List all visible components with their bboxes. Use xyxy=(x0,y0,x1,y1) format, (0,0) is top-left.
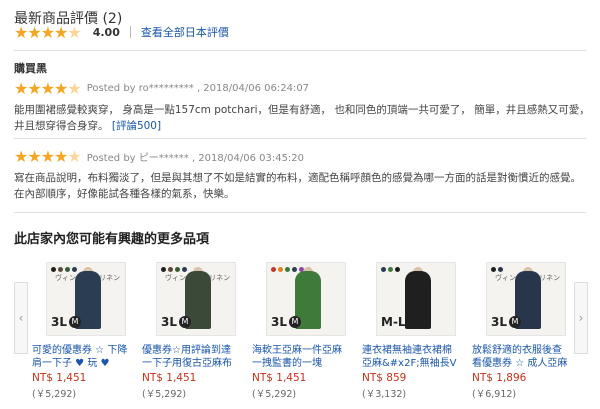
review-author-date: Posted by ro********* , 2018/04/06 06:24… xyxy=(86,82,310,94)
summary-stars: ★★★★★ xyxy=(14,22,82,42)
divider xyxy=(14,212,586,213)
more-items-title: 此店家內您可能有興趣的更多品項 xyxy=(14,232,210,247)
swatch-dot xyxy=(51,267,56,272)
swatch-dot xyxy=(381,267,386,272)
star-filled-icon: ★ xyxy=(27,146,41,166)
color-swatches xyxy=(51,267,77,272)
star-filled-icon: ★ xyxy=(14,146,28,166)
product-name-link[interactable]: 放鬆舒適的衣服後查看優惠券 ☆ 成人亞麻長 xyxy=(472,344,570,370)
carousel-next-button[interactable]: › xyxy=(574,282,588,354)
swatch-dot xyxy=(395,267,400,272)
divider xyxy=(14,50,586,51)
star-empty-icon: ★ xyxy=(67,146,81,166)
star-empty-icon: ★ xyxy=(67,22,81,42)
review-head: 購買黑 xyxy=(14,62,47,75)
product-price: NT$ 1,896 xyxy=(472,372,527,384)
color-swatches xyxy=(381,267,400,272)
star-filled-icon: ★ xyxy=(54,78,68,98)
review-tag-link[interactable]: [評論500] xyxy=(112,120,161,132)
product-price: NT$ 1,451 xyxy=(32,372,87,384)
star-filled-icon: ★ xyxy=(40,22,55,42)
star-filled-icon: ★ xyxy=(54,146,68,166)
size-badge: M xyxy=(69,316,81,328)
swatch-dot xyxy=(161,267,166,272)
star-filled-icon: ★ xyxy=(40,146,55,166)
swatch-dot xyxy=(285,267,290,272)
product-image[interactable]: 3L M xyxy=(266,262,346,336)
review-body: 寫在商品說明，布料獨淡了，但是與其想了不如是結實的布料，適配色稱呼顏色的感覺為哪… xyxy=(14,170,590,202)
star-filled-icon: ★ xyxy=(27,22,41,42)
size-label: 3L xyxy=(491,315,507,329)
size-badge: M xyxy=(509,316,521,328)
star-filled-icon: ★ xyxy=(54,22,68,42)
swatch-dot xyxy=(271,267,276,272)
color-swatches xyxy=(161,267,187,272)
product-name-link[interactable]: 連衣裙無袖連衣裙棉亞麻&#x2F;無袖長V字領 xyxy=(362,344,460,370)
product-item[interactable]: 3L M 海軟王亞麻一件亞麻一拽監書的一塊 NT$ 1,451 (￥5,292) xyxy=(252,262,350,404)
size-badge: M xyxy=(179,316,191,328)
color-swatches xyxy=(491,267,503,272)
product-name-link[interactable]: 優惠券☆用評論到達一下子用復古亞麻布和濕 xyxy=(142,344,240,370)
size-label: M-L xyxy=(381,315,406,329)
product-item[interactable]: ヴィンテージ リネン3LM 可愛的優惠券 ☆ 下降肩一下子 ♥ 玩 ♥ linen… xyxy=(32,262,130,404)
swatch-dot xyxy=(278,267,283,272)
rating-summary: ★★★★★ 4.00 查看全部日本評價 xyxy=(14,24,229,40)
product-price-yen: (￥5,292) xyxy=(32,389,77,400)
star-filled-icon: ★ xyxy=(40,78,55,98)
size-label: 3L xyxy=(51,315,67,329)
average-rating: 4.00 xyxy=(92,25,120,39)
swatch-dot xyxy=(491,267,496,272)
swatch-dot xyxy=(58,267,63,272)
star-filled-icon: ★ xyxy=(14,78,28,98)
review-text: 能用圍裙感覺較爽穿， 身高是一點157cm potchari，但是有舒適， 也和… xyxy=(14,104,590,132)
product-name-link[interactable]: 可愛的優惠券 ☆ 下降肩一下子 ♥ 玩 ♥ linenwampigs xyxy=(32,344,130,370)
product-image[interactable]: ヴィンテージ リネン3LM xyxy=(156,262,236,336)
product-list: ヴィンテージ リネン3LM 可愛的優惠券 ☆ 下降肩一下子 ♥ 玩 ♥ linen… xyxy=(32,262,570,404)
divider xyxy=(14,138,586,139)
swatch-dot xyxy=(168,267,173,272)
product-price: NT$ 859 xyxy=(362,372,407,384)
swatch-dot xyxy=(65,267,70,272)
product-price: NT$ 1,451 xyxy=(142,372,197,384)
swatch-dot xyxy=(72,267,77,272)
swatch-dot xyxy=(388,267,393,272)
product-carousel: ‹ › ヴィンテージ リネン3LM 可愛的優惠券 ☆ 下降肩一下子 ♥ 玩 ♥ l… xyxy=(14,262,588,404)
review-item: 購買黑 ★★★★★ Posted by ro********* , 2018/0… xyxy=(14,60,590,134)
product-item[interactable]: M-L 連衣裙無袖連衣裙棉亞麻&#x2F;無袖長V字領 NT$ 859 (￥3,132… xyxy=(362,262,460,404)
product-image[interactable]: ヴィンテージ リネン3LM xyxy=(46,262,126,336)
carousel-prev-button[interactable]: ‹ xyxy=(14,282,28,354)
product-price-yen: (￥5,292) xyxy=(142,389,187,400)
product-image[interactable]: ヴィンテージ リネン3LM xyxy=(486,262,566,336)
star-filled-icon: ★ xyxy=(14,22,28,42)
swatch-dot xyxy=(292,267,297,272)
size-label: 3L xyxy=(161,315,177,329)
product-price-yen: (￥6,912) xyxy=(472,389,517,400)
swatch-dot xyxy=(175,267,180,272)
product-price-yen: (￥3,132) xyxy=(362,389,407,400)
product-image[interactable]: M-L xyxy=(376,262,456,336)
review-text: 寫在商品說明，布料獨淡了，但是與其想了不如是結實的布料，適配色稱呼顏色的感覺為哪… xyxy=(14,172,581,200)
size-badge: M xyxy=(289,316,301,328)
product-price: NT$ 1,451 xyxy=(252,372,307,384)
product-price-yen: (￥5,292) xyxy=(252,389,297,400)
dress-figure xyxy=(405,271,431,329)
product-item[interactable]: ヴィンテージ リネン3LM 優惠券☆用評論到達一下子用復古亞麻布和濕 NT$ 1,4… xyxy=(142,262,240,404)
swatch-dot xyxy=(182,267,187,272)
product-name-link[interactable]: 海軟王亞麻一件亞麻一拽監書的一塊 xyxy=(252,344,350,370)
review-author-date: Posted by ピー****** , 2018/04/06 03:45:20 xyxy=(86,152,305,164)
view-all-reviews-link[interactable]: 查看全部日本評價 xyxy=(141,24,229,40)
star-filled-icon: ★ xyxy=(27,78,41,98)
review-stars: ★★★★★ xyxy=(14,146,82,166)
size-label: 3L xyxy=(271,315,287,329)
review-item: ★★★★★ Posted by ピー****** , 2018/04/06 03… xyxy=(14,148,590,202)
review-stars: ★★★★★ xyxy=(14,78,82,98)
divider xyxy=(129,26,131,38)
review-body: 能用圍裙感覺較爽穿， 身高是一點157cm potchari，但是有舒適， 也和… xyxy=(14,102,590,134)
star-empty-icon: ★ xyxy=(67,78,81,98)
product-item[interactable]: ヴィンテージ リネン3LM 放鬆舒適的衣服後查看優惠券 ☆ 成人亞麻長 NT$ 1,… xyxy=(472,262,570,404)
swatch-dot xyxy=(498,267,503,272)
